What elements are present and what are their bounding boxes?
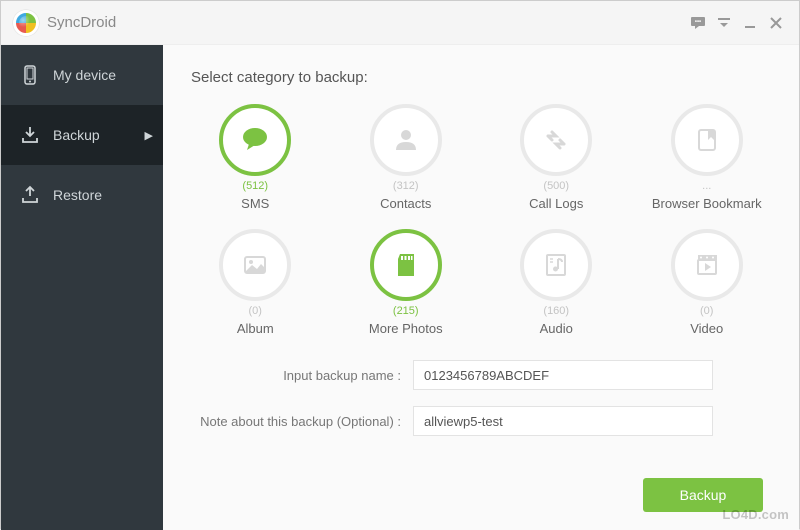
sidebar: My device Backup ▶ Restore: [1, 45, 163, 530]
category-calllogs[interactable]: (500) Call Logs: [496, 104, 617, 211]
category-label: Audio: [540, 321, 573, 336]
category-count: (0): [249, 305, 262, 317]
close-button[interactable]: [765, 12, 787, 34]
category-label: Call Logs: [529, 196, 583, 211]
section-heading: Select category to backup:: [191, 69, 771, 86]
category-morephotos[interactable]: (215) More Photos: [346, 229, 467, 336]
calllogs-icon: [520, 104, 592, 176]
backup-name-input[interactable]: [413, 360, 713, 390]
category-grid: (512) SMS (312) Contacts (500): [191, 104, 771, 336]
category-bookmarks[interactable]: ... Browser Bookmark: [647, 104, 768, 211]
svg-text:•••: •••: [695, 19, 701, 25]
contacts-icon: [370, 104, 442, 176]
app-logo-icon: [13, 10, 39, 36]
watermark: LO4D.com: [722, 507, 789, 522]
category-count: (500): [543, 180, 569, 192]
bookmark-icon: [671, 104, 743, 176]
backup-name-label: Input backup name :: [191, 368, 413, 383]
backup-note-row: Note about this backup (Optional) :: [191, 406, 771, 436]
category-album[interactable]: (0) Album: [195, 229, 316, 336]
sidebar-item-label: Restore: [53, 187, 102, 203]
category-count: (312): [393, 180, 419, 192]
phone-icon: [19, 64, 41, 86]
backup-note-label: Note about this backup (Optional) :: [191, 414, 413, 429]
titlebar: SyncDroid •••: [1, 1, 799, 45]
main-panel: Select category to backup: (512) SMS (31…: [163, 45, 799, 530]
chevron-right-icon: ▶: [145, 129, 153, 142]
sidebar-item-restore[interactable]: Restore: [1, 165, 163, 225]
video-icon: [671, 229, 743, 301]
backup-note-input[interactable]: [413, 406, 713, 436]
audio-icon: [520, 229, 592, 301]
category-label: Video: [690, 321, 723, 336]
upload-icon: [19, 184, 41, 206]
app-title: SyncDroid: [47, 14, 116, 31]
category-label: More Photos: [369, 321, 443, 336]
category-audio[interactable]: (160) Audio: [496, 229, 617, 336]
category-sms[interactable]: (512) SMS: [195, 104, 316, 211]
category-label: Album: [237, 321, 274, 336]
category-count: (215): [393, 305, 419, 317]
sidebar-item-my-device[interactable]: My device: [1, 45, 163, 105]
sidebar-item-label: My device: [53, 67, 116, 83]
app-body: My device Backup ▶ Restore Select catego…: [1, 45, 799, 530]
category-count: ...: [702, 180, 711, 192]
sidebar-item-backup[interactable]: Backup ▶: [1, 105, 163, 165]
sidebar-item-label: Backup: [53, 127, 100, 143]
feedback-icon[interactable]: •••: [687, 12, 709, 34]
category-label: Contacts: [380, 196, 431, 211]
minimize-button[interactable]: [739, 12, 761, 34]
sdcard-icon: [370, 229, 442, 301]
backup-name-row: Input backup name :: [191, 360, 771, 390]
category-count: (160): [543, 305, 569, 317]
category-count: (0): [700, 305, 713, 317]
category-contacts[interactable]: (312) Contacts: [346, 104, 467, 211]
sms-icon: [219, 104, 291, 176]
album-icon: [219, 229, 291, 301]
category-video[interactable]: (0) Video: [647, 229, 768, 336]
category-label: Browser Bookmark: [652, 196, 762, 211]
category-label: SMS: [241, 196, 269, 211]
app-window: SyncDroid ••• My device: [0, 0, 800, 529]
category-count: (512): [242, 180, 268, 192]
menu-dropdown-icon[interactable]: [713, 12, 735, 34]
download-icon: [19, 124, 41, 146]
